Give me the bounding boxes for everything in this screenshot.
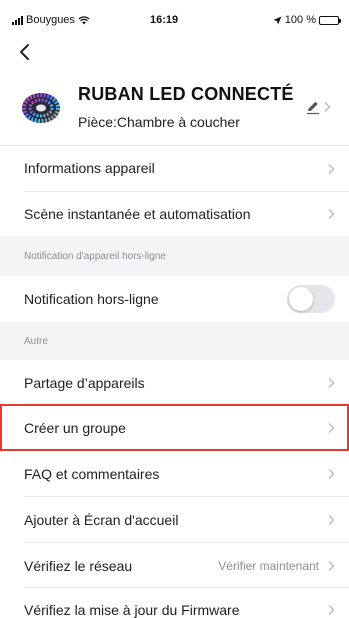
row-create-group[interactable]: Créer un groupe [0,406,349,450]
status-bar: Bouygues 16:19 100 % [0,0,349,32]
row-label: Partage d’appareils [24,375,145,391]
device-name: RUBAN LED CONNECTÉ [78,84,294,104]
device-header: RUBAN LED CONNECTÉ Pièce:Chambre à couch… [0,76,349,144]
row-faq[interactable]: FAQ et commentaires [0,452,349,497]
chevron-right-icon [328,515,335,525]
chevron-right-icon [328,423,335,433]
carrier-label: Bouygues [26,14,75,26]
device-room: Pièce:Chambre à coucher [78,114,240,130]
location-arrow-icon [273,16,282,24]
row-label: Notification hors-ligne [24,291,159,307]
row-label: Ajouter à Écran d'accueil [24,512,179,528]
section-other: Autre [0,322,349,360]
row-label: Informations appareil [24,160,155,176]
chevron-right-icon [328,469,335,479]
carrier-group: Bouygues [12,14,90,26]
row-separator [24,403,349,404]
chevron-right-icon [328,378,335,388]
row-share-device[interactable]: Partage d’appareils [0,360,349,404]
back-button[interactable] [16,40,36,64]
led-strip-image [22,93,60,123]
chevron-right-icon [328,209,335,219]
toggle-knob [289,287,313,311]
chevron-right-icon [324,102,331,112]
clock: 16:19 [150,14,179,26]
battery-group: 100 % [273,14,341,26]
pencil-icon [307,101,319,115]
back-chevron-icon [20,44,29,60]
row-label: Créer un groupe [24,420,126,436]
row-offline-notification: Notification hors-ligne [0,276,349,322]
chevron-right-icon [328,561,335,571]
signal-icon [12,15,23,25]
section-title: Autre [24,336,48,347]
row-scene-automation[interactable]: Scène instantanée et automatisation [0,192,349,236]
row-label: FAQ et commentaires [24,466,160,482]
edit-device-button[interactable] [305,96,337,118]
row-firmware-update[interactable]: Vérifiez la mise à jour du Firmware [0,588,349,618]
check-now-link[interactable]: Vérifier maintenant [218,559,319,573]
offline-notification-toggle[interactable] [287,285,335,313]
wifi-icon [78,15,90,24]
section-title: Notification d'appareil hors-ligne [24,251,166,262]
battery-icon [319,15,341,25]
row-check-network[interactable]: Vérifiez le réseau Vérifier maintenant [0,543,349,588]
battery-percent: 100 % [284,14,316,26]
row-label: Scène instantanée et automatisation [24,206,251,222]
section-offline-notification: Notification d'appareil hors-ligne [0,236,349,276]
row-label: Vérifiez le réseau [24,558,133,574]
row-add-home-screen[interactable]: Ajouter à Écran d'accueil [0,497,349,543]
row-label: Vérifiez la mise à jour du Firmware [24,602,240,618]
chevron-right-icon [328,605,335,615]
chevron-right-icon [328,164,335,174]
row-device-info[interactable]: Informations appareil [0,146,349,192]
